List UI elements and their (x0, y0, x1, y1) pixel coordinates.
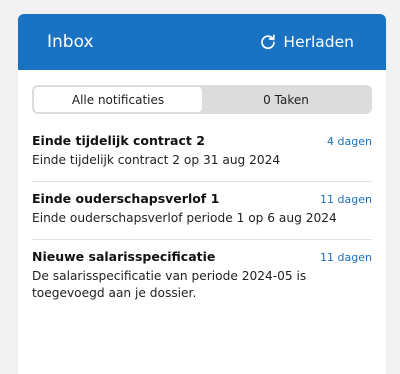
notification-title: Nieuwe salarisspecificatie (32, 249, 216, 264)
reload-label: Herladen (283, 33, 354, 51)
notification-description: Einde ouderschapsverlof periode 1 op 6 a… (32, 211, 337, 225)
reload-button[interactable]: Herladen (260, 33, 354, 51)
notification-time: 4 dagen (327, 135, 372, 148)
notification-item[interactable]: Einde ouderschapsverlof 1 11 dagen Einde… (32, 182, 372, 240)
inbox-header: Inbox Herladen (18, 14, 386, 70)
tab-tasks[interactable]: 0 Taken (202, 87, 370, 112)
notification-description: De salarisspecificatie van periode 2024-… (32, 269, 307, 300)
tab-all-notifications[interactable]: Alle notificaties (34, 87, 202, 112)
refresh-icon (260, 34, 276, 50)
notification-title: Einde ouderschapsverlof 1 (32, 191, 220, 206)
notification-title: Einde tijdelijk contract 2 (32, 133, 205, 148)
notification-description: Einde tijdelijk contract 2 op 31 aug 202… (32, 153, 281, 167)
notification-list: Einde tijdelijk contract 2 4 dagen Einde… (32, 124, 372, 314)
notification-time: 11 dagen (320, 251, 372, 264)
notification-time: 11 dagen (320, 193, 372, 206)
tab-bar: Alle notificaties 0 Taken (32, 85, 372, 114)
inbox-title: Inbox (47, 32, 94, 52)
notification-item[interactable]: Einde tijdelijk contract 2 4 dagen Einde… (32, 124, 372, 182)
notification-item[interactable]: Nieuwe salarisspecificatie 11 dagen De s… (32, 240, 372, 314)
inbox-panel: Inbox Herladen Alle notificaties 0 Taken… (18, 14, 386, 374)
